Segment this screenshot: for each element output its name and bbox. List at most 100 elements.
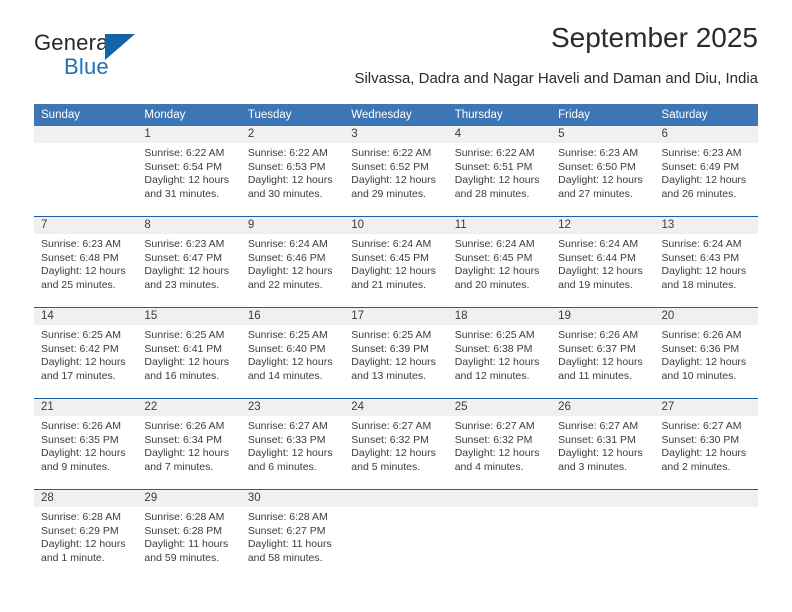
day-cell[interactable]: 26 Sunrise: 6:27 AM Sunset: 6:31 PM Dayl… [551,399,655,489]
day-cell[interactable]: 21 Sunrise: 6:26 AM Sunset: 6:35 PM Dayl… [34,399,138,489]
day-cell[interactable]: 8 Sunrise: 6:23 AM Sunset: 6:47 PM Dayli… [137,217,241,307]
day-cell[interactable]: 18 Sunrise: 6:25 AM Sunset: 6:38 PM Dayl… [447,308,552,398]
day-cell[interactable] [447,490,552,576]
day-cell[interactable]: 29 Sunrise: 6:28 AM Sunset: 6:28 PM Dayl… [137,490,241,576]
daylight-text-line1: Daylight: 12 hours [454,265,540,278]
day-cell[interactable]: 23 Sunrise: 6:27 AM Sunset: 6:33 PM Dayl… [240,399,345,489]
page-subtitle: Silvassa, Dadra and Nagar Haveli and Dam… [354,70,758,87]
day-number [447,490,552,507]
weekday-header-wednesday: Wednesday [344,104,448,126]
sunset-text: Sunset: 6:45 PM [454,251,533,264]
sunset-text: Sunset: 6:34 PM [144,433,223,446]
sunrise-text: Sunrise: 6:24 AM [247,238,328,250]
day-cell[interactable]: 7 Sunrise: 6:23 AM Sunset: 6:48 PM Dayli… [34,217,138,307]
day-details: Sunrise: 6:27 AM Sunset: 6:32 PM Dayligh… [344,416,447,474]
sunset-text: Sunset: 6:49 PM [661,160,740,173]
daylight-text-line1: Daylight: 12 hours [247,447,333,460]
day-number [551,490,655,507]
day-cell[interactable]: 17 Sunrise: 6:25 AM Sunset: 6:39 PM Dayl… [344,308,448,398]
day-cell[interactable]: 16 Sunrise: 6:25 AM Sunset: 6:40 PM Dayl… [240,308,345,398]
day-cell[interactable]: 28 Sunrise: 6:28 AM Sunset: 6:29 PM Dayl… [34,490,138,576]
sunrise-text: Sunrise: 6:26 AM [41,420,121,432]
day-cell[interactable]: 30 Sunrise: 6:28 AM Sunset: 6:27 PM Dayl… [240,490,345,576]
sunrise-text: Sunrise: 6:24 AM [351,238,432,250]
day-cell[interactable]: 12 Sunrise: 6:24 AM Sunset: 6:44 PM Dayl… [551,217,655,307]
day-cell[interactable]: 10 Sunrise: 6:24 AM Sunset: 6:45 PM Dayl… [344,217,448,307]
daylight-text-line2: and 9 minutes. [41,460,110,473]
sunrise-text: Sunrise: 6:27 AM [247,420,328,432]
day-cell[interactable]: 6 Sunrise: 6:23 AM Sunset: 6:49 PM Dayli… [654,126,758,216]
weekday-header-monday: Monday [137,104,241,126]
day-cell[interactable] [654,490,758,576]
day-details: Sunrise: 6:25 AM Sunset: 6:40 PM Dayligh… [241,325,344,383]
day-details: Sunrise: 6:22 AM Sunset: 6:51 PM Dayligh… [448,143,551,201]
day-details [551,507,654,511]
calendar-container: Sunday Monday Tuesday Wednesday Thursday… [34,104,758,576]
daylight-text-line1: Daylight: 12 hours [454,447,540,460]
daylight-text-line1: Daylight: 12 hours [661,356,747,369]
daylight-text-line1: Daylight: 12 hours [558,447,643,460]
day-number: 23 [240,399,345,416]
daylight-text-line1: Daylight: 12 hours [41,356,126,369]
daylight-text-line2: and 25 minutes. [41,278,116,291]
general-blue-logo[interactable]: General Blue [34,30,234,86]
day-number: 13 [654,217,758,234]
daylight-text-line1: Daylight: 12 hours [558,356,643,369]
day-details: Sunrise: 6:27 AM Sunset: 6:31 PM Dayligh… [551,416,654,474]
day-cell[interactable]: 9 Sunrise: 6:24 AM Sunset: 6:46 PM Dayli… [240,217,345,307]
sunrise-text: Sunrise: 6:28 AM [247,511,328,523]
day-cell[interactable]: 27 Sunrise: 6:27 AM Sunset: 6:30 PM Dayl… [654,399,758,489]
day-cell[interactable]: 3 Sunrise: 6:22 AM Sunset: 6:52 PM Dayli… [344,126,448,216]
daylight-text-line1: Daylight: 12 hours [144,447,230,460]
day-cell[interactable]: 22 Sunrise: 6:26 AM Sunset: 6:34 PM Dayl… [137,399,241,489]
sunset-text: Sunset: 6:27 PM [247,524,326,537]
sunset-text: Sunset: 6:46 PM [247,251,326,264]
day-details: Sunrise: 6:23 AM Sunset: 6:50 PM Dayligh… [551,143,654,201]
day-details: Sunrise: 6:27 AM Sunset: 6:30 PM Dayligh… [655,416,758,474]
day-cell[interactable]: 11 Sunrise: 6:24 AM Sunset: 6:45 PM Dayl… [447,217,552,307]
day-details: Sunrise: 6:23 AM Sunset: 6:48 PM Dayligh… [34,234,137,292]
calendar-week-row: 14 Sunrise: 6:25 AM Sunset: 6:42 PM Dayl… [34,307,758,399]
page-title: September 2025 [550,22,758,53]
day-number [344,490,448,507]
day-details: Sunrise: 6:22 AM Sunset: 6:53 PM Dayligh… [241,143,344,201]
day-cell[interactable]: 14 Sunrise: 6:25 AM Sunset: 6:42 PM Dayl… [34,308,138,398]
day-cell[interactable]: 15 Sunrise: 6:25 AM Sunset: 6:41 PM Dayl… [137,308,241,398]
sunset-text: Sunset: 6:40 PM [247,342,326,355]
daylight-text-line1: Daylight: 12 hours [351,356,436,369]
day-details [655,507,758,511]
day-cell[interactable] [551,490,655,576]
sunset-text: Sunset: 6:32 PM [454,433,533,446]
sunrise-text: Sunrise: 6:23 AM [661,147,742,159]
daylight-text-line1: Daylight: 12 hours [661,447,747,460]
day-cell[interactable]: 2 Sunrise: 6:22 AM Sunset: 6:53 PM Dayli… [240,126,345,216]
day-cell[interactable] [34,126,138,216]
day-details: Sunrise: 6:24 AM Sunset: 6:45 PM Dayligh… [344,234,447,292]
day-number: 19 [551,308,655,325]
day-cell[interactable]: 13 Sunrise: 6:24 AM Sunset: 6:43 PM Dayl… [654,217,758,307]
daylight-text-line1: Daylight: 12 hours [41,265,126,278]
daylight-text-line2: and 20 minutes. [454,278,530,291]
day-number: 29 [137,490,241,507]
day-cell[interactable]: 1 Sunrise: 6:22 AM Sunset: 6:54 PM Dayli… [137,126,241,216]
sunset-text: Sunset: 6:30 PM [661,433,740,446]
day-cell[interactable]: 4 Sunrise: 6:22 AM Sunset: 6:51 PM Dayli… [447,126,552,216]
day-number: 17 [344,308,448,325]
day-cell[interactable]: 24 Sunrise: 6:27 AM Sunset: 6:32 PM Dayl… [344,399,448,489]
day-cell[interactable]: 5 Sunrise: 6:23 AM Sunset: 6:50 PM Dayli… [551,126,655,216]
calendar-body: 1 Sunrise: 6:22 AM Sunset: 6:54 PM Dayli… [34,126,758,576]
daylight-text-line2: and 12 minutes. [454,369,530,382]
day-number: 28 [34,490,138,507]
day-details: Sunrise: 6:25 AM Sunset: 6:39 PM Dayligh… [344,325,447,383]
day-cell[interactable]: 25 Sunrise: 6:27 AM Sunset: 6:32 PM Dayl… [447,399,552,489]
daylight-text-line2: and 23 minutes. [144,278,220,291]
daylight-text-line1: Daylight: 12 hours [454,174,540,187]
sunrise-text: Sunrise: 6:26 AM [144,420,225,432]
day-details: Sunrise: 6:28 AM Sunset: 6:27 PM Dayligh… [241,507,344,565]
day-cell[interactable]: 19 Sunrise: 6:26 AM Sunset: 6:37 PM Dayl… [551,308,655,398]
day-cell[interactable] [344,490,448,576]
daylight-text-line2: and 18 minutes. [661,278,737,291]
day-number: 16 [240,308,345,325]
day-cell[interactable]: 20 Sunrise: 6:26 AM Sunset: 6:36 PM Dayl… [654,308,758,398]
sunrise-text: Sunrise: 6:25 AM [247,329,328,341]
